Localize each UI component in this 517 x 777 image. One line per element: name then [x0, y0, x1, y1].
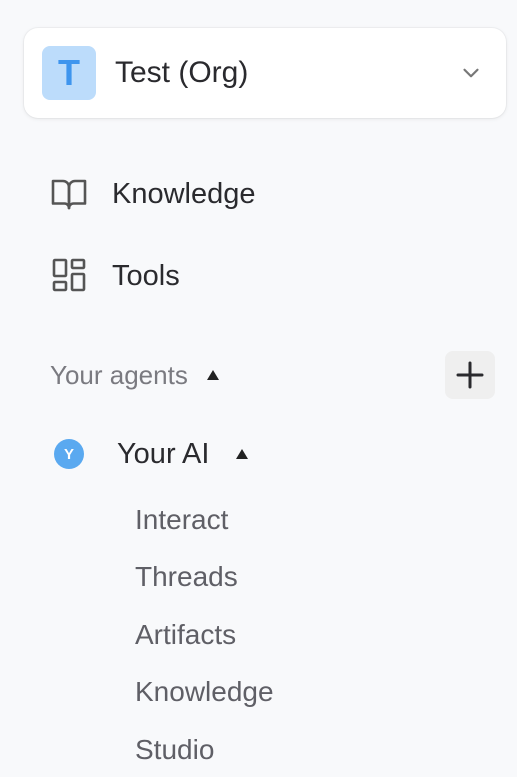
agent-subitem-interact[interactable]: Interact — [135, 503, 228, 537]
agent-avatar: Y — [54, 439, 84, 469]
agent-name: Your AI — [117, 437, 210, 470]
caret-up-icon — [206, 370, 219, 380]
chevron-down-icon — [463, 68, 479, 78]
grid-icon — [46, 253, 92, 299]
org-switcher[interactable]: T Test (Org) — [24, 28, 506, 118]
agent-subitem-knowledge[interactable]: Knowledge — [135, 675, 274, 709]
agent-subitem-studio[interactable]: Studio — [135, 733, 214, 767]
org-name: Test (Org) — [115, 56, 249, 89]
book-icon — [46, 171, 92, 217]
agent-item-your-ai[interactable]: Y Your AI — [54, 432, 249, 476]
org-avatar: T — [42, 46, 96, 100]
agents-section-label: Your agents — [50, 359, 188, 390]
add-agent-button[interactable] — [445, 351, 495, 399]
nav-item-label: Knowledge — [112, 177, 256, 210]
nav-item-label: Tools — [112, 259, 180, 292]
agents-section-toggle[interactable]: Your agents — [50, 355, 220, 395]
caret-up-icon — [236, 449, 249, 459]
nav-item-knowledge[interactable]: Knowledge — [46, 167, 256, 221]
nav-item-tools[interactable]: Tools — [46, 249, 180, 303]
plus-icon — [456, 361, 484, 389]
agent-subitem-artifacts[interactable]: Artifacts — [135, 618, 236, 652]
agent-subitem-threads[interactable]: Threads — [135, 560, 238, 594]
